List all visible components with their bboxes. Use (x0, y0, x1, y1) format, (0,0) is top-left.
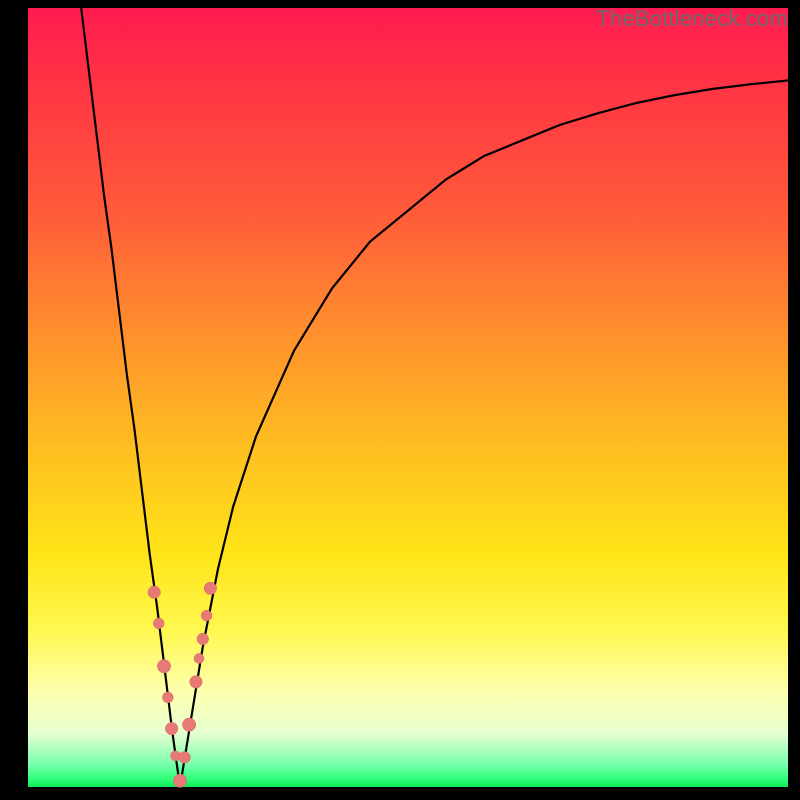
curve-marker (197, 633, 209, 645)
curve-marker (194, 653, 204, 663)
bottleneck-curve (81, 8, 788, 787)
curve-marker (165, 722, 178, 735)
curve-marker (204, 582, 217, 595)
curve-marker (190, 676, 203, 689)
curve-marker (179, 752, 191, 764)
chart-svg (28, 8, 788, 787)
curve-marker (157, 660, 170, 673)
outer-frame: TheBottleneck.com (0, 0, 800, 800)
curve-marker (173, 774, 186, 787)
curve-marker (148, 586, 161, 599)
curve-marker (153, 618, 164, 629)
plot-area (28, 8, 788, 787)
curve-marker (201, 610, 212, 621)
curve-marker (162, 692, 173, 703)
curve-marker (182, 718, 195, 731)
watermark-text: TheBottleneck.com (596, 6, 788, 32)
